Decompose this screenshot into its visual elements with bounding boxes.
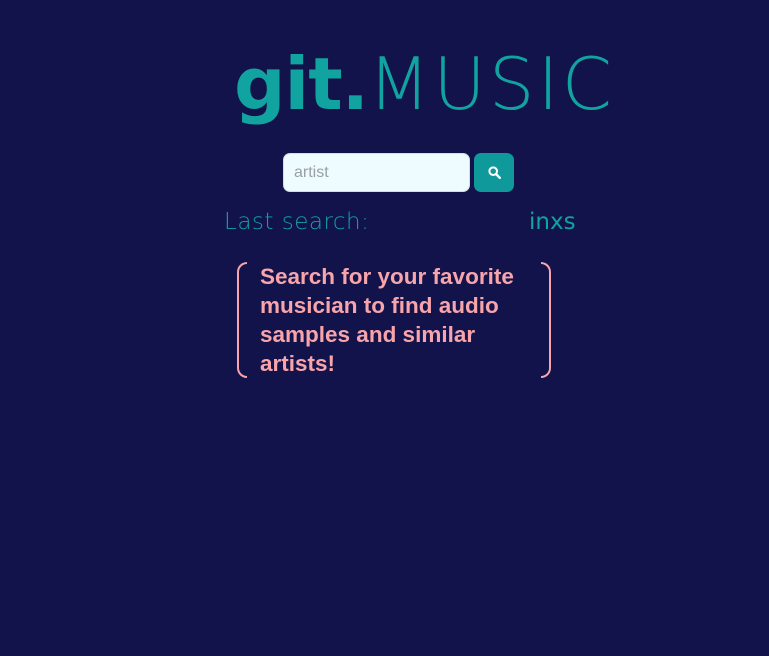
search-prompt-box: Search for your favorite musician to fin…: [237, 262, 551, 378]
right-bracket: [541, 262, 551, 378]
left-bracket: [237, 262, 247, 378]
page: git.MUSIC Last search: inxs Search for y…: [0, 0, 769, 656]
last-search-label: Last search:: [224, 209, 370, 235]
search-form: [283, 153, 514, 192]
last-search-link[interactable]: inxs: [529, 209, 576, 235]
search-button[interactable]: [474, 153, 514, 192]
logo-music: MUSIC: [368, 42, 616, 126]
search-prompt-text: Search for your favorite musician to fin…: [260, 264, 514, 376]
artist-search-input[interactable]: [283, 153, 470, 192]
logo-git: git.: [234, 42, 369, 126]
search-icon: [487, 166, 501, 179]
app-logo: git.MUSIC: [234, 48, 615, 120]
